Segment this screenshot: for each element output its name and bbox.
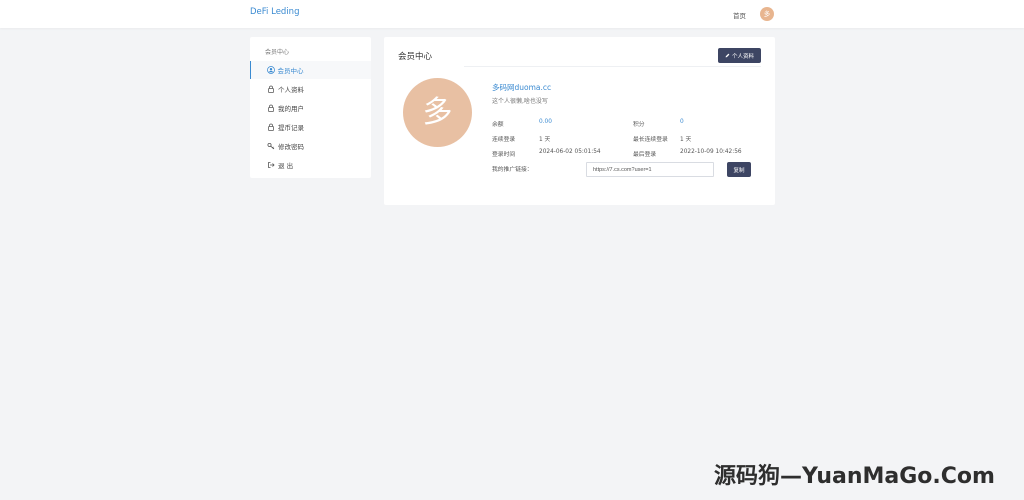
sidebar-item-member-center[interactable]: 会员中心 <box>250 61 371 79</box>
sidebar-item-label: 我的用户 <box>278 105 304 113</box>
sidebar: 会员中心 会员中心 个人资料 我的用户 提币记录 修改密码 退 出 <box>250 37 371 178</box>
sidebar-item-label: 个人资料 <box>278 86 304 94</box>
pencil-icon <box>725 53 730 58</box>
sidebar-item-label: 退 出 <box>278 162 294 170</box>
edit-profile-button[interactable]: 个人资料 <box>718 48 761 63</box>
key-icon <box>267 142 275 150</box>
sidebar-item-label: 修改密码 <box>278 143 304 151</box>
page-title: 会员中心 <box>398 52 433 62</box>
consecutive-login-label: 连续登录 <box>492 137 516 143</box>
edit-profile-label: 个人资料 <box>731 53 754 60</box>
last-login-value: 2022-10-09 10:42:56 <box>680 149 742 155</box>
sign-out-icon <box>267 161 275 169</box>
balance-label: 余额 <box>492 122 504 128</box>
lock-icon <box>267 85 275 93</box>
sidebar-item-change-password[interactable]: 修改密码 <box>250 137 371 155</box>
user-circle-icon <box>266 66 275 74</box>
sidebar-item-withdraw-records[interactable]: 提币记录 <box>250 118 371 136</box>
member-center-panel: 会员中心 个人资料 多 多码网duoma.cc 这个人很懒,啥也没写 余额 0.… <box>384 37 775 205</box>
last-login-label: 最后登录 <box>633 152 657 158</box>
nav-home-link[interactable]: 首页 <box>733 10 746 20</box>
promo-link-input[interactable] <box>586 162 714 177</box>
login-time-label: 登录时间 <box>492 152 516 158</box>
top-navbar: DeFi Leding 首页 多 <box>0 0 1024 28</box>
lock-icon <box>267 123 275 131</box>
lock-icon <box>267 104 275 112</box>
watermark-text: 源码狗—YuanMaGo.Com <box>714 464 995 489</box>
sidebar-item-label: 会员中心 <box>277 67 304 75</box>
sidebar-title: 会员中心 <box>265 49 290 56</box>
login-time-value: 2024-06-02 05:01:54 <box>539 149 601 155</box>
max-consecutive-login-label: 最长连续登录 <box>633 137 668 143</box>
avatar: 多 <box>403 78 472 147</box>
balance-value[interactable]: 0.00 <box>539 119 552 125</box>
user-signature: 这个人很懒,啥也没写 <box>492 98 548 105</box>
brand-logo[interactable]: DeFi Leding <box>250 7 299 17</box>
points-value[interactable]: 0 <box>680 119 684 125</box>
max-consecutive-login-value: 1 天 <box>680 137 692 143</box>
divider <box>464 66 761 67</box>
points-label: 积分 <box>633 122 645 128</box>
sidebar-item-my-users[interactable]: 我的用户 <box>250 99 371 117</box>
sidebar-item-label: 提币记录 <box>278 124 304 132</box>
promo-link-label: 我的推广链接： <box>492 167 533 173</box>
sidebar-item-logout[interactable]: 退 出 <box>250 156 371 174</box>
copy-button[interactable]: 复制 <box>727 162 751 177</box>
username-link[interactable]: 多码网duoma.cc <box>492 82 551 93</box>
consecutive-login-value: 1 天 <box>539 137 551 143</box>
header-avatar[interactable]: 多 <box>760 7 774 21</box>
sidebar-item-profile[interactable]: 个人资料 <box>250 80 371 98</box>
